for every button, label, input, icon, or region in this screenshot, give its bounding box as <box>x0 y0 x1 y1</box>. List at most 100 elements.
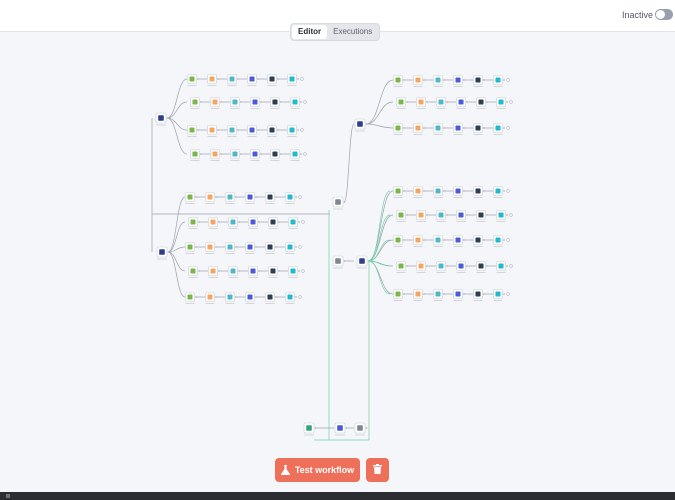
node-output-port[interactable] <box>503 127 505 129</box>
mid-left-node[interactable] <box>268 217 280 230</box>
node-output-port[interactable] <box>215 246 217 248</box>
node-output-port[interactable] <box>258 270 260 272</box>
mid-left-node[interactable] <box>205 192 217 205</box>
node-output-port[interactable] <box>257 129 259 131</box>
node-output-port[interactable] <box>217 78 219 80</box>
mid-right-node[interactable] <box>436 261 448 274</box>
node-output-port[interactable] <box>466 265 468 267</box>
tab-executions[interactable]: Executions <box>327 25 378 39</box>
node-output-port[interactable] <box>426 214 428 216</box>
node-output-port[interactable] <box>486 214 488 216</box>
node-output-port[interactable] <box>217 129 219 131</box>
node-output-port[interactable] <box>463 293 465 295</box>
top-right-node[interactable] <box>396 97 408 110</box>
node-output-port[interactable] <box>237 129 239 131</box>
top-left-node[interactable] <box>267 74 279 87</box>
top-right-node[interactable] <box>453 123 465 136</box>
mid-right-node[interactable] <box>396 261 408 274</box>
node-output-port[interactable] <box>235 246 237 248</box>
mid-right-node[interactable] <box>473 235 485 248</box>
tab-editor[interactable]: Editor <box>292 25 328 39</box>
mid-left-node[interactable] <box>288 266 300 279</box>
mid-right-node[interactable] <box>416 261 428 274</box>
top-left-node[interactable] <box>210 149 222 162</box>
top-left-node[interactable] <box>187 125 199 138</box>
mid-left-node[interactable] <box>185 192 197 205</box>
mid-left-node[interactable] <box>265 292 277 305</box>
top-left-node[interactable] <box>190 149 202 162</box>
router-node[interactable] <box>155 112 169 126</box>
node-output-port[interactable] <box>200 153 202 155</box>
add-node-handle[interactable] <box>509 213 513 217</box>
mid-right-node[interactable] <box>473 289 485 302</box>
router-node[interactable] <box>356 255 370 269</box>
mid-left-node[interactable] <box>268 266 280 279</box>
top-left-node[interactable] <box>250 149 262 162</box>
top-left-node[interactable] <box>187 74 199 87</box>
node-output-port[interactable] <box>240 153 242 155</box>
top-right-node[interactable] <box>493 75 505 88</box>
top-right-node[interactable] <box>496 97 508 110</box>
node-output-port[interactable] <box>423 239 425 241</box>
node-output-port[interactable] <box>278 270 280 272</box>
node-output-port[interactable] <box>300 153 302 155</box>
mid-left-node[interactable] <box>285 192 297 205</box>
node-output-port[interactable] <box>403 293 405 295</box>
add-node-handle[interactable] <box>506 126 510 130</box>
node-output-port[interactable] <box>295 246 297 248</box>
mid-left-node[interactable] <box>248 266 260 279</box>
router-node[interactable] <box>354 118 368 132</box>
top-left-node[interactable] <box>270 149 282 162</box>
node-output-port[interactable] <box>463 239 465 241</box>
node-output-port[interactable] <box>426 101 428 103</box>
top-left-node[interactable] <box>270 97 282 110</box>
node-output-port[interactable] <box>463 127 465 129</box>
workflow-canvas[interactable] <box>0 42 675 492</box>
node-output-port[interactable] <box>260 101 262 103</box>
top-right-node[interactable] <box>413 123 425 136</box>
top-left-node[interactable] <box>290 149 302 162</box>
node-output-port[interactable] <box>503 239 505 241</box>
node-output-port[interactable] <box>260 153 262 155</box>
mid-left-node[interactable] <box>188 217 200 230</box>
node-output-port[interactable] <box>503 190 505 192</box>
top-right-node[interactable] <box>433 123 445 136</box>
node-output-port[interactable] <box>345 427 348 429</box>
node-output-port[interactable] <box>406 214 408 216</box>
node-output-port[interactable] <box>446 214 448 216</box>
node-output-port[interactable] <box>343 201 346 203</box>
mid-left-node[interactable] <box>205 292 217 305</box>
trigger-node[interactable] <box>334 422 348 436</box>
top-left-node[interactable] <box>287 74 299 87</box>
top-right-node[interactable] <box>413 75 425 88</box>
node-output-port[interactable] <box>238 221 240 223</box>
node-output-port[interactable] <box>483 239 485 241</box>
top-left-node[interactable] <box>227 125 239 138</box>
mid-left-node[interactable] <box>208 266 220 279</box>
router-node[interactable] <box>156 246 170 260</box>
mid-right-node[interactable] <box>433 289 445 302</box>
mid-right-node[interactable] <box>453 235 465 248</box>
node-output-port[interactable] <box>483 79 485 81</box>
mid-right-node[interactable] <box>453 289 465 302</box>
node-output-port[interactable] <box>295 196 297 198</box>
top-left-node[interactable] <box>287 125 299 138</box>
mid-left-node[interactable] <box>225 192 237 205</box>
top-right-node[interactable] <box>493 123 505 136</box>
top-left-node[interactable] <box>247 74 259 87</box>
mid-right-node[interactable] <box>396 210 408 223</box>
top-right-node[interactable] <box>393 123 405 136</box>
node-output-port[interactable] <box>257 78 259 80</box>
mid-right-node[interactable] <box>436 210 448 223</box>
top-left-node[interactable] <box>227 74 239 87</box>
node-output-port[interactable] <box>238 270 240 272</box>
node-output-port[interactable] <box>365 427 368 429</box>
add-node-handle[interactable] <box>506 292 510 296</box>
mid-left-node[interactable] <box>185 242 197 255</box>
node-output-port[interactable] <box>300 101 302 103</box>
node-output-port[interactable] <box>314 427 317 429</box>
node-output-port[interactable] <box>277 78 279 80</box>
node-output-port[interactable] <box>297 78 299 80</box>
node-output-port[interactable] <box>297 129 299 131</box>
node-output-port[interactable] <box>406 101 408 103</box>
